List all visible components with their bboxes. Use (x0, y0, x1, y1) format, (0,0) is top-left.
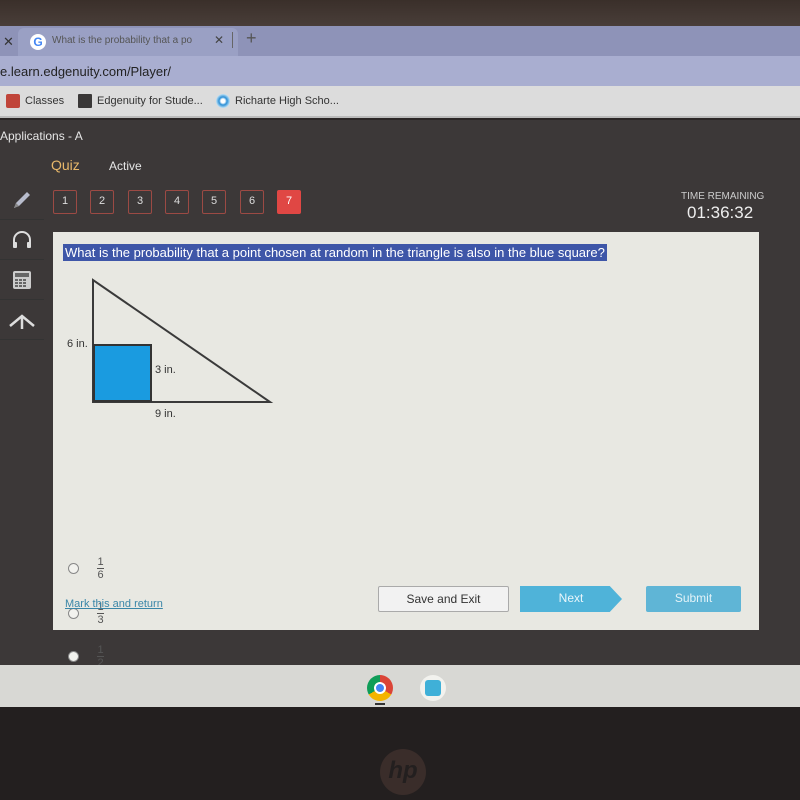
cloud-app-icon[interactable] (420, 675, 446, 701)
chrome-icon[interactable] (367, 675, 393, 701)
cloud-icon (425, 680, 441, 696)
active-app-indicator (375, 703, 385, 705)
time-remaining-label: TIME REMAINING (681, 191, 765, 202)
tool-rail (0, 180, 44, 340)
new-tab-plus-icon[interactable]: + (246, 28, 257, 49)
bookmark-label: Richarte High Scho... (235, 95, 339, 107)
next-button[interactable]: Next (520, 586, 622, 612)
pencil-icon (14, 191, 30, 208)
headphones-icon (13, 230, 31, 248)
question-nav-3[interactable]: 3 (128, 190, 152, 214)
submit-button[interactable]: Submit (646, 586, 741, 612)
question-nav-7-current[interactable]: 7 (277, 190, 301, 214)
bookmarks-bar: Classes Edgenuity for Stude... Richarte … (0, 86, 800, 118)
audio-tool-button[interactable] (0, 220, 44, 260)
mark-and-return-link[interactable]: Mark this and return (65, 598, 163, 610)
up-arrow-icon (9, 313, 35, 329)
bookmark-label: Edgenuity for Stude... (97, 95, 203, 107)
question-nav-6[interactable]: 6 (240, 190, 264, 214)
tab-title: What is the probability that a po (52, 35, 193, 46)
question-nav-5[interactable]: 5 (202, 190, 226, 214)
edgenuity-icon (78, 94, 92, 108)
mode-label: Quiz (51, 157, 80, 173)
calculator-icon (13, 270, 31, 289)
monitor-bezel-bottom: hp (0, 707, 800, 800)
google-icon: G (30, 34, 46, 50)
tab-divider (232, 32, 233, 48)
radio-button[interactable] (68, 651, 79, 662)
browser-tab-active[interactable]: G What is the probability that a po ✕ (18, 28, 238, 56)
address-bar[interactable]: e.learn.edgenuity.com/Player/ (0, 56, 800, 86)
question-nav-2[interactable]: 2 (90, 190, 114, 214)
school-icon (216, 94, 230, 108)
chrome-icon-center (374, 682, 386, 694)
bookmark-richarte[interactable]: Richarte High Scho... (216, 94, 339, 108)
activity-title: Applications - A (0, 129, 83, 143)
bookmark-classes[interactable]: Classes (6, 94, 64, 108)
os-shelf (0, 665, 800, 707)
bookmark-edgenuity[interactable]: Edgenuity for Stude... (78, 94, 203, 108)
classroom-icon (6, 94, 20, 108)
hp-logo: hp (380, 749, 426, 795)
pencil-tool-button[interactable] (0, 180, 44, 220)
collapse-tool-button[interactable] (0, 300, 44, 340)
calculator-tool-button[interactable] (0, 260, 44, 300)
countdown-timer: 01:36:32 (687, 203, 754, 222)
question-nav-1[interactable]: 1 (53, 190, 77, 214)
question-footer: Mark this and return Save and Exit Next … (53, 232, 759, 630)
bookmark-label: Classes (25, 95, 65, 107)
close-icon[interactable]: ✕ (3, 34, 14, 50)
url-text[interactable]: e.learn.edgenuity.com/Player/ (0, 64, 171, 79)
question-nav-4[interactable]: 4 (165, 190, 189, 214)
browser-tab-strip: ✕ G What is the probability that a po ✕ … (0, 26, 800, 56)
monitor-bezel-top (0, 0, 800, 28)
status-label: Active (109, 159, 142, 173)
save-and-exit-button[interactable]: Save and Exit (378, 586, 509, 612)
numerator: 1 (97, 644, 104, 656)
tab-close-icon[interactable]: ✕ (214, 33, 224, 47)
